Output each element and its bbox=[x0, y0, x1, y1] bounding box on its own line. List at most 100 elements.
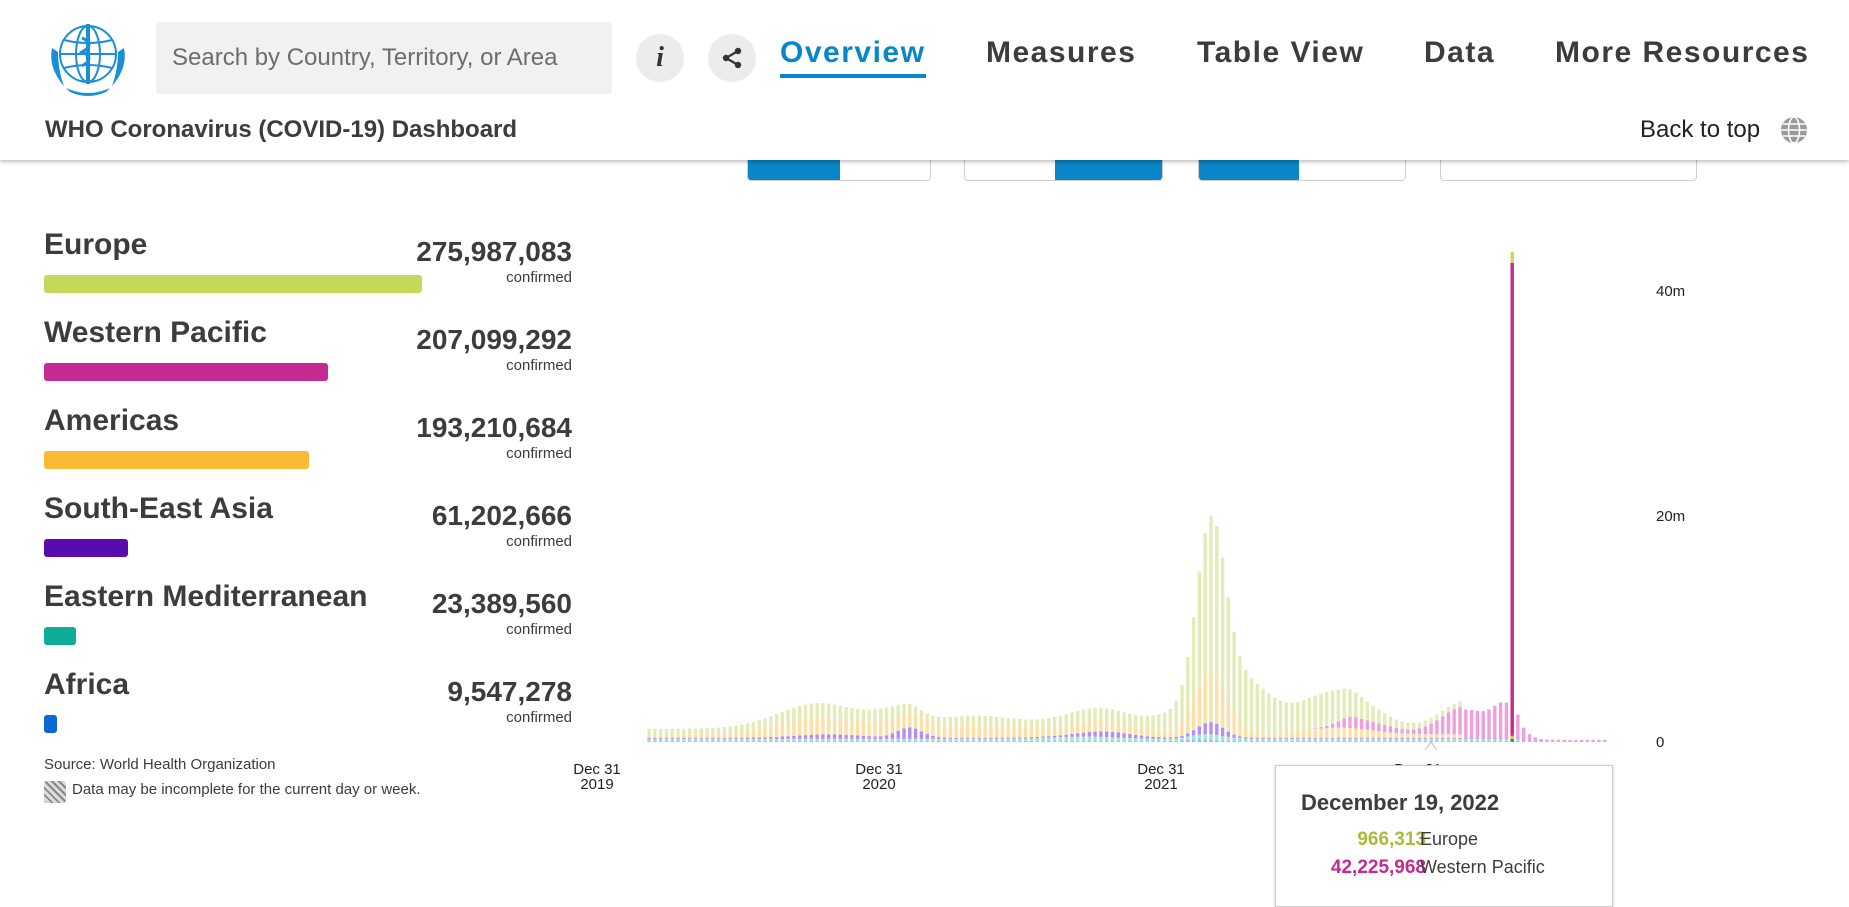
weekly-bar-segment[interactable] bbox=[1482, 741, 1485, 742]
weekly-bar-segment[interactable] bbox=[827, 739, 830, 741]
weekly-bar-segment[interactable] bbox=[1192, 617, 1195, 700]
nav-overview[interactable]: Overview bbox=[780, 36, 925, 70]
weekly-bar-segment[interactable] bbox=[1319, 729, 1322, 738]
weekly-bar-segment[interactable] bbox=[1377, 741, 1380, 742]
weekly-bar-segment[interactable] bbox=[1018, 719, 1021, 727]
weekly-bar-segment[interactable] bbox=[1163, 741, 1166, 742]
weekly-bar-segment[interactable] bbox=[1256, 739, 1259, 741]
weekly-bar-segment[interactable] bbox=[1505, 741, 1508, 742]
weekly-bar-segment[interactable] bbox=[1331, 728, 1334, 738]
weekly-bar-segment[interactable] bbox=[792, 721, 795, 736]
weekly-bar-segment[interactable] bbox=[1099, 737, 1102, 741]
weekly-bar-segment[interactable] bbox=[1146, 741, 1149, 742]
weekly-bar-segment[interactable] bbox=[740, 739, 743, 741]
weekly-bar-segment[interactable] bbox=[1441, 711, 1444, 717]
weekly-bar-segment[interactable] bbox=[723, 739, 726, 741]
weekly-bar-segment[interactable] bbox=[1314, 741, 1317, 742]
weekly-bar-segment[interactable] bbox=[1435, 734, 1438, 737]
weekly-bar-segment[interactable] bbox=[954, 738, 957, 739]
weekly-bar-segment[interactable] bbox=[972, 738, 975, 739]
weekly-bar-segment[interactable] bbox=[868, 741, 871, 742]
weekly-bar-segment[interactable] bbox=[647, 729, 650, 735]
weekly-bar-segment[interactable] bbox=[1511, 740, 1514, 741]
weekly-bar-segment[interactable] bbox=[775, 714, 778, 725]
weekly-bar-segment[interactable] bbox=[1592, 740, 1595, 742]
weekly-bar-segment[interactable] bbox=[920, 739, 923, 741]
weekly-bar-segment[interactable] bbox=[1325, 741, 1328, 742]
weekly-bar-segment[interactable] bbox=[839, 735, 842, 739]
weekly-bar-segment[interactable] bbox=[1348, 741, 1351, 742]
weekly-bar-segment[interactable] bbox=[1458, 702, 1461, 708]
weekly-bar-segment[interactable] bbox=[850, 735, 853, 739]
weekly-bar-segment[interactable] bbox=[1175, 737, 1178, 738]
weekly-bar-segment[interactable] bbox=[856, 709, 859, 721]
weekly-bar-segment[interactable] bbox=[1354, 738, 1357, 739]
weekly-bar-segment[interactable] bbox=[943, 738, 946, 739]
weekly-bar-segment[interactable] bbox=[1331, 691, 1334, 724]
weekly-bar-segment[interactable] bbox=[937, 741, 940, 742]
weekly-bar-segment[interactable] bbox=[1319, 741, 1322, 742]
weekly-bar-segment[interactable] bbox=[1308, 730, 1311, 738]
weekly-bar-segment[interactable] bbox=[885, 735, 888, 739]
weekly-bar-segment[interactable] bbox=[1458, 741, 1461, 742]
weekly-bar-segment[interactable] bbox=[700, 728, 703, 734]
weekly-bar-segment[interactable] bbox=[694, 739, 697, 741]
nav-more-resources[interactable]: More Resources bbox=[1555, 36, 1809, 70]
weekly-bar-segment[interactable] bbox=[868, 736, 871, 739]
weekly-bar-segment[interactable] bbox=[1308, 698, 1311, 730]
weekly-bar-segment[interactable] bbox=[740, 732, 743, 738]
weekly-bar-segment[interactable] bbox=[1308, 729, 1311, 730]
weekly-bar-segment[interactable] bbox=[758, 737, 761, 739]
weekly-bar-segment[interactable] bbox=[1366, 730, 1369, 738]
weekly-bar-segment[interactable] bbox=[1418, 741, 1421, 742]
weekly-bar-segment[interactable] bbox=[1528, 734, 1531, 742]
weekly-bar-segment[interactable] bbox=[908, 739, 911, 741]
weekly-bar-segment[interactable] bbox=[943, 726, 946, 738]
weekly-bar-segment[interactable] bbox=[1296, 741, 1299, 742]
weekly-bar-segment[interactable] bbox=[1464, 739, 1467, 741]
weekly-bar-segment[interactable] bbox=[1047, 738, 1050, 742]
weekly-bar-segment[interactable] bbox=[885, 708, 888, 721]
weekly-bar-segment[interactable] bbox=[1012, 726, 1015, 737]
weekly-bar-segment[interactable] bbox=[1065, 714, 1068, 725]
weekly-bar-segment[interactable] bbox=[949, 741, 952, 742]
weekly-bar-segment[interactable] bbox=[1308, 739, 1311, 741]
weekly-bar-segment[interactable] bbox=[1093, 708, 1096, 720]
weekly-bar-segment[interactable] bbox=[1511, 741, 1514, 742]
weekly-bar-segment[interactable] bbox=[1429, 724, 1432, 735]
weekly-bar-segment[interactable] bbox=[729, 741, 732, 742]
weekly-bar-segment[interactable] bbox=[1279, 741, 1282, 742]
weekly-bar-segment[interactable] bbox=[659, 734, 662, 737]
weekly-bar-segment[interactable] bbox=[937, 739, 940, 741]
weekly-bar-segment[interactable] bbox=[1163, 713, 1166, 732]
weekly-bar-segment[interactable] bbox=[1429, 739, 1432, 741]
weekly-bar-segment[interactable] bbox=[1458, 739, 1461, 741]
weekly-bar-segment[interactable] bbox=[711, 738, 714, 739]
weekly-bar-segment[interactable] bbox=[1186, 737, 1189, 741]
weekly-bar-segment[interactable] bbox=[1360, 738, 1363, 739]
weekly-bar-segment[interactable] bbox=[931, 716, 934, 724]
weekly-bar-segment[interactable] bbox=[676, 738, 679, 739]
weekly-bar-segment[interactable] bbox=[1041, 741, 1044, 742]
weekly-bar-segment[interactable] bbox=[758, 729, 761, 737]
weekly-bar-segment[interactable] bbox=[972, 741, 975, 742]
weekly-bar-segment[interactable] bbox=[1204, 676, 1207, 724]
weekly-bar-segment[interactable] bbox=[1059, 741, 1062, 742]
weekly-bar-segment[interactable] bbox=[1186, 734, 1189, 737]
weekly-bar-segment[interactable] bbox=[879, 739, 882, 741]
search-input[interactable] bbox=[156, 22, 612, 94]
weekly-bar-segment[interactable] bbox=[1215, 724, 1218, 735]
weekly-bar-segment[interactable] bbox=[1122, 741, 1125, 742]
weekly-bar-segment[interactable] bbox=[653, 738, 656, 739]
weekly-bar-segment[interactable] bbox=[821, 739, 824, 741]
weekly-bar-segment[interactable] bbox=[1343, 719, 1346, 728]
weekly-bar-segment[interactable] bbox=[734, 726, 737, 733]
weekly-bar-segment[interactable] bbox=[1117, 741, 1120, 742]
weekly-bar-segment[interactable] bbox=[1441, 739, 1444, 741]
weekly-bar-segment[interactable] bbox=[647, 741, 650, 742]
weekly-bar-segment[interactable] bbox=[798, 720, 801, 736]
weekly-bar-segment[interactable] bbox=[1018, 727, 1021, 738]
weekly-bar-segment[interactable] bbox=[1024, 741, 1027, 742]
weekly-bar-segment[interactable] bbox=[1267, 693, 1270, 733]
weekly-bar-segment[interactable] bbox=[1146, 736, 1149, 738]
